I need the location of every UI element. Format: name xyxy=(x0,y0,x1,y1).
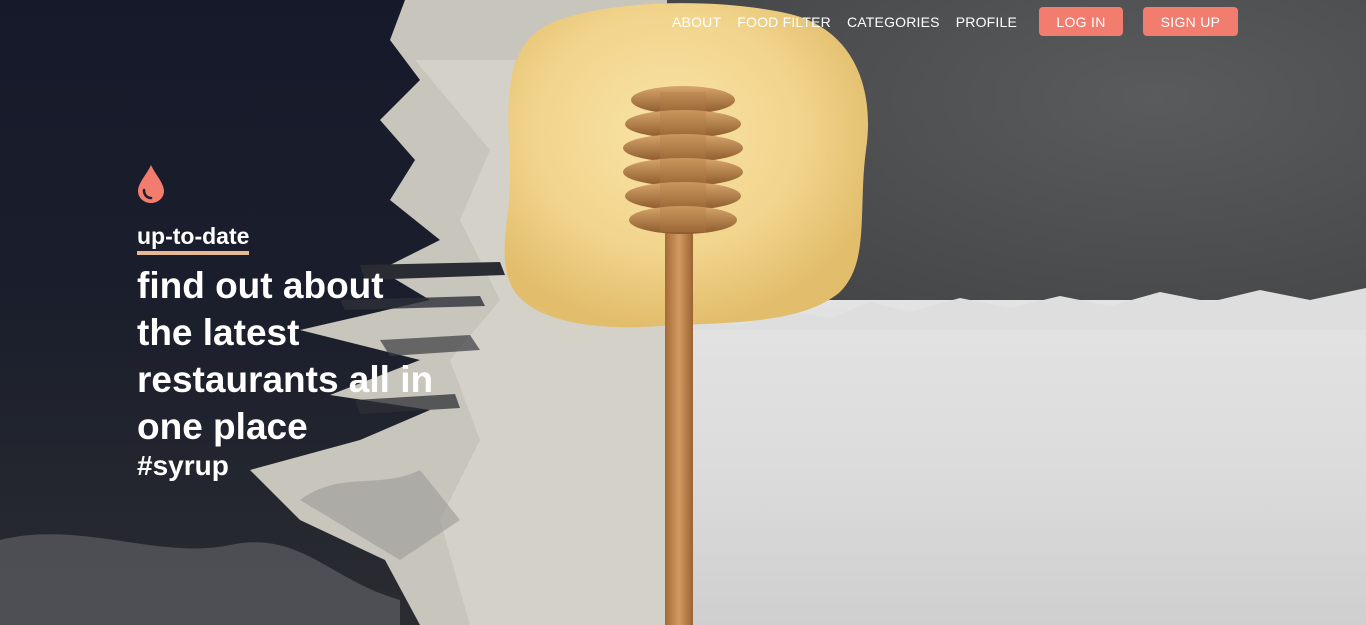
signup-button[interactable]: SIGN UP xyxy=(1143,7,1238,36)
droplet-icon xyxy=(138,165,164,203)
nav-profile-link[interactable]: PROFILE xyxy=(956,14,1017,30)
nav-food-filter-link[interactable]: FOOD FILTER xyxy=(737,14,831,30)
nav-categories-link[interactable]: CATEGORIES xyxy=(847,14,940,30)
hero-hashtag: #syrup xyxy=(137,450,229,481)
main-nav: ABOUT FOOD FILTER CATEGORIES PROFILE xyxy=(672,14,1033,30)
hero-kicker: up-to-date xyxy=(137,223,250,255)
nav-about-link[interactable]: ABOUT xyxy=(672,14,721,30)
honey-dipper-handle xyxy=(665,210,693,625)
hero-headline: find out about the latest restaurants al… xyxy=(137,265,434,447)
login-button[interactable]: LOG IN xyxy=(1039,7,1123,36)
